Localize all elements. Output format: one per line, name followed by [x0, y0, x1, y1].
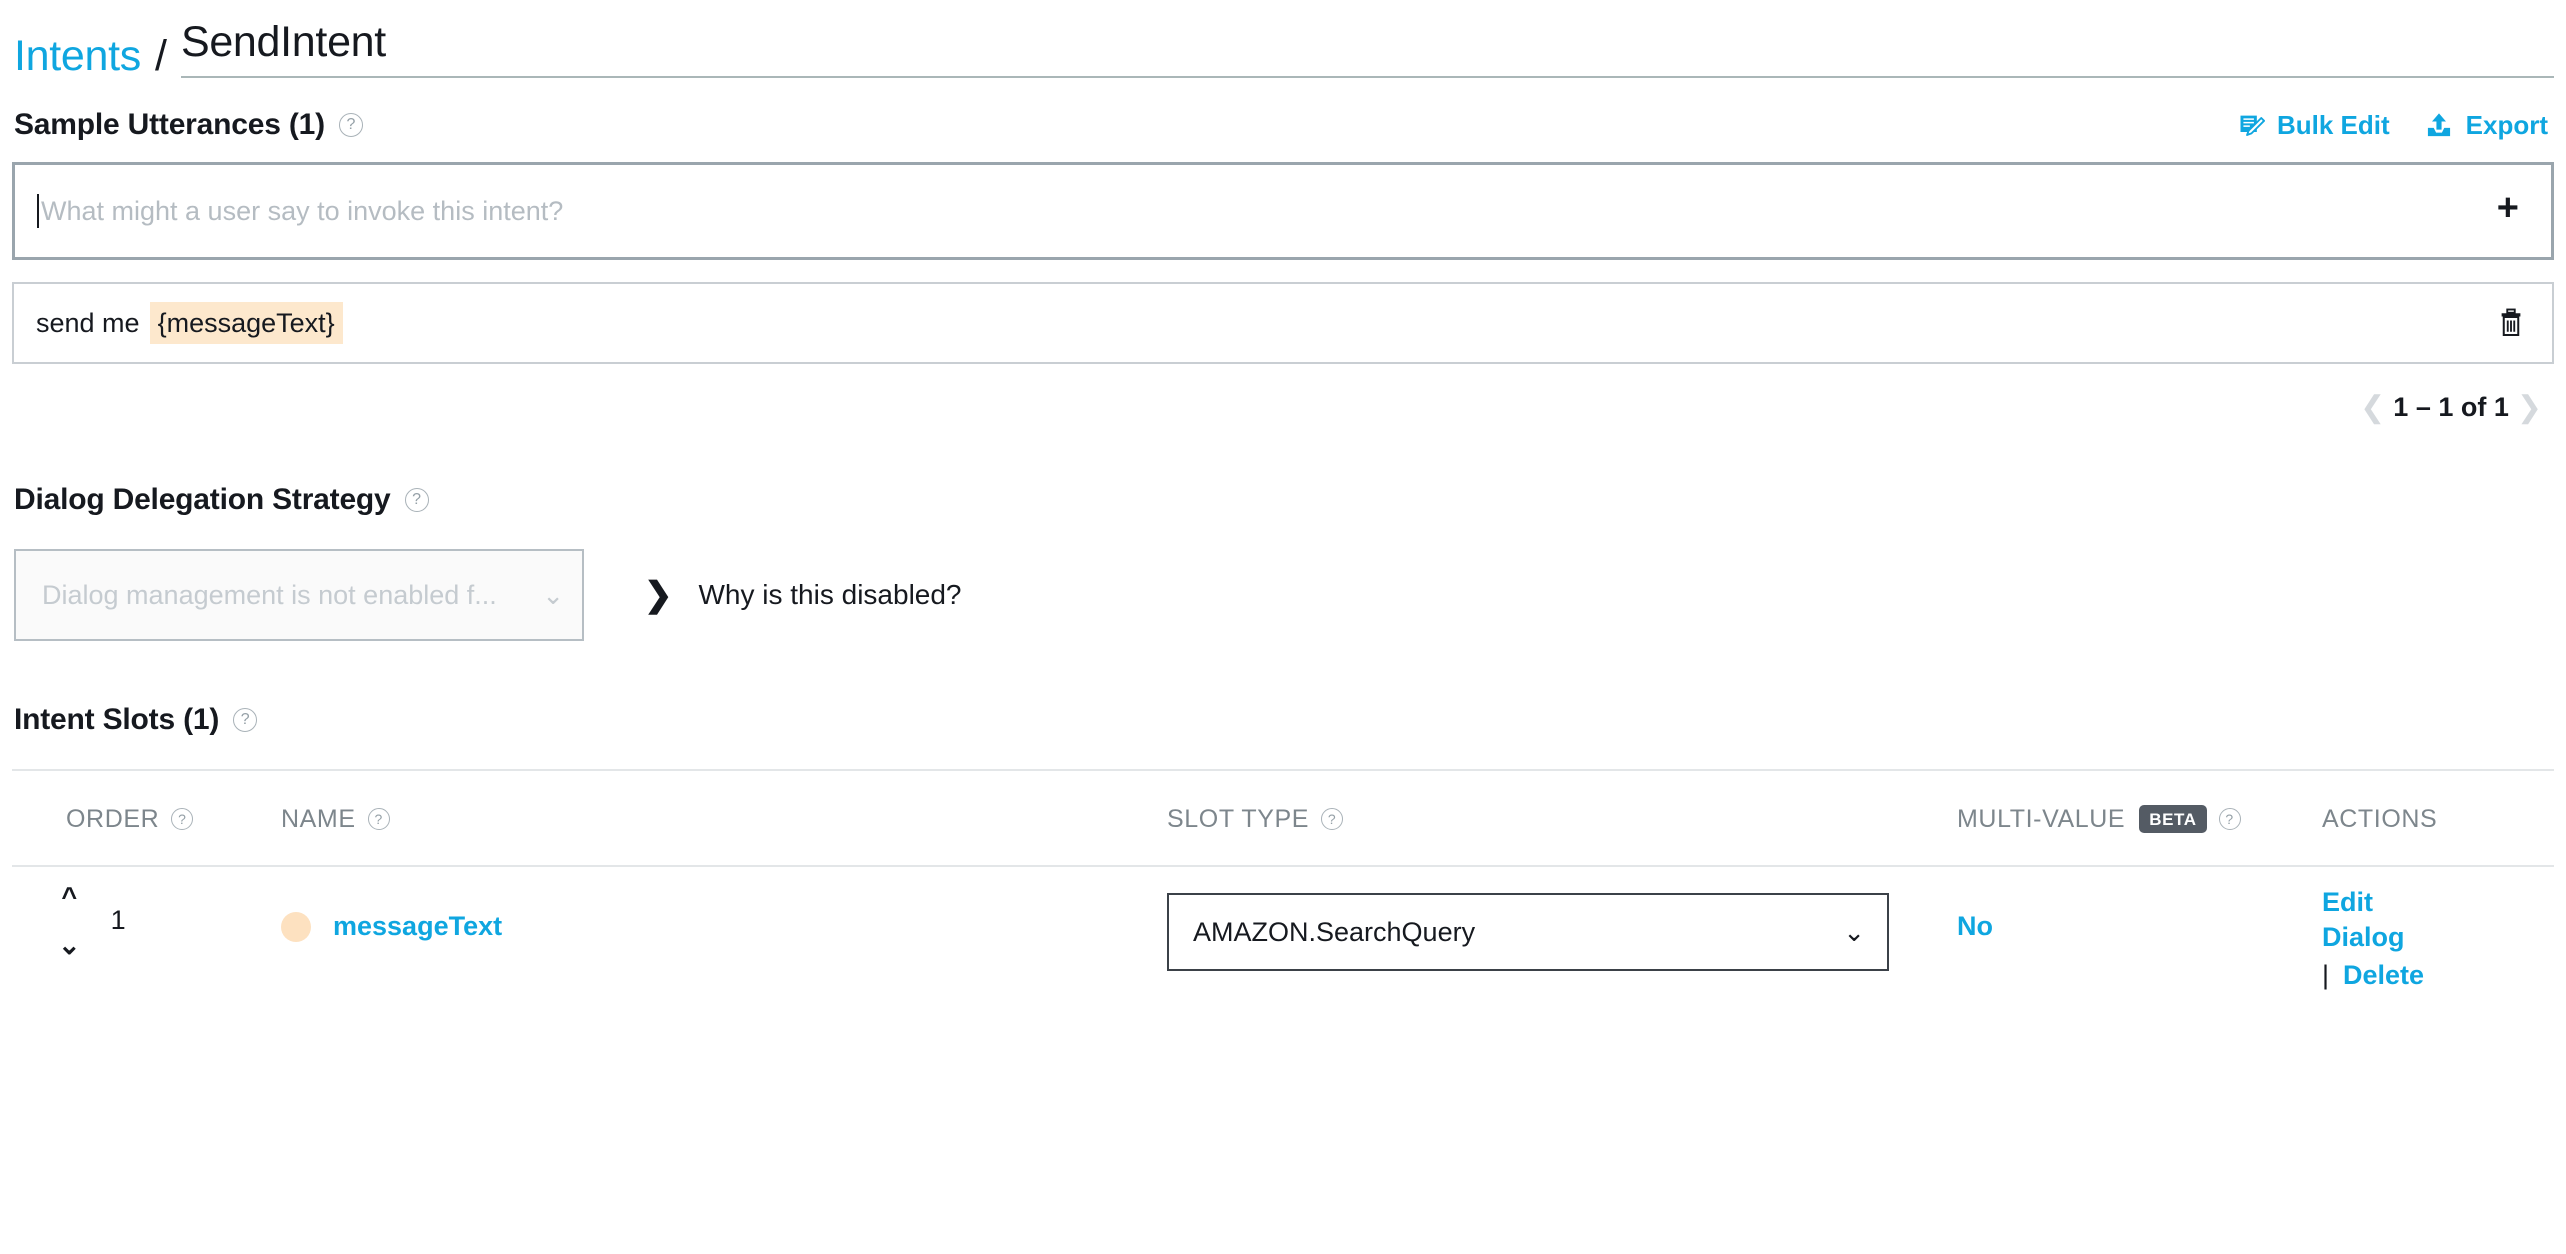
question-circle-icon[interactable]: ? [233, 708, 258, 732]
column-header-slot-type: SLOT TYPE ? [1167, 769, 1957, 867]
dialog-delegation-select: Dialog management is not enabled f... ⌄ [14, 549, 584, 641]
slot-type-value: AMAZON.SearchQuery [1193, 916, 1476, 947]
slot-type-select[interactable]: AMAZON.SearchQuery ⌄ [1167, 893, 1889, 971]
action-separator: | [2322, 960, 2330, 991]
table-row: ^ ⌄ 1 messageText AMAZON.SearchQuery ⌄ N… [12, 866, 2554, 1016]
dialog-delegation-header: Dialog Delegation Strategy ? [12, 483, 2554, 517]
slot-order-number: 1 [110, 904, 126, 935]
table-header-row: ORDER ? NAME ? SLOT TYPE ? MULTI-VALUE B… [12, 769, 2554, 867]
sample-utterances-header: Sample Utterances (1) ? Bulk Edit Export [12, 108, 2554, 142]
column-header-actions-label: ACTIONS [2322, 804, 2438, 833]
intent-slots-header: Intent Slots (1) ? [12, 703, 2554, 737]
bulk-edit-label: Bulk Edit [2276, 109, 2390, 140]
intent-slots-table-head: ORDER ? NAME ? SLOT TYPE ? MULTI-VALUE B… [12, 769, 2554, 867]
chevron-up-icon[interactable]: ^ [61, 883, 77, 910]
column-header-multi-value-label: MULTI-VALUE [1957, 804, 2126, 833]
intent-slots-table-body: ^ ⌄ 1 messageText AMAZON.SearchQuery ⌄ N… [12, 866, 2554, 1016]
cell-actions: Edit Dialog | Delete [2322, 866, 2554, 1016]
breadcrumb-current-wrap: SendIntent [180, 18, 2554, 78]
column-header-actions: ACTIONS [2322, 769, 2554, 867]
chevron-down-icon: ⌄ [1843, 917, 1865, 947]
sample-utterances-actions: Bulk Edit Export [2237, 110, 2554, 141]
column-header-name-label: NAME [281, 804, 356, 833]
export-label: Export [2465, 109, 2548, 140]
chevron-down-icon: ⌄ [542, 580, 564, 610]
text-caret [37, 194, 39, 228]
chevron-down-icon[interactable]: ⌄ [58, 932, 81, 959]
cell-name: messageText [267, 866, 1167, 1016]
multi-value-toggle[interactable]: No [1957, 911, 1993, 941]
utterance-input-placeholder: What might a user say to invoke this int… [41, 195, 564, 226]
export-button[interactable]: Export [2424, 110, 2548, 141]
question-circle-icon[interactable]: ? [2218, 808, 2241, 830]
dialog-delegation-title: Dialog Delegation Strategy [14, 483, 391, 516]
breadcrumb: Intents / SendIntent [12, 0, 2554, 78]
question-circle-icon[interactable]: ? [171, 808, 194, 830]
why-is-this-disabled-toggle[interactable]: ❯ Why is this disabled? [644, 578, 962, 612]
question-circle-icon[interactable]: ? [367, 808, 390, 830]
trash-icon[interactable] [2494, 304, 2528, 342]
utterance-input-wrapper[interactable]: What might a user say to invoke this int… [12, 162, 2554, 260]
delete-slot-link[interactable]: Delete [2343, 958, 2424, 993]
slot-name-link[interactable]: messageText [333, 911, 502, 942]
column-header-name: NAME ? [267, 769, 1167, 867]
order-reorder-controls: ^ ⌄ [58, 883, 81, 959]
column-header-order: ORDER ? [12, 769, 267, 867]
bulk-edit-icon [2237, 111, 2265, 139]
cell-order: ^ ⌄ 1 [12, 866, 267, 1016]
page-title: SendIntent [180, 18, 386, 66]
utterance-prefix: send me [36, 307, 140, 338]
slot-color-dot [281, 911, 311, 942]
utterance-row[interactable]: send me {messageText} [12, 282, 2554, 364]
chevron-left-icon[interactable]: ❮ [2360, 392, 2385, 423]
dialog-delegation-row: Dialog management is not enabled f... ⌄ … [12, 549, 2554, 641]
why-is-this-disabled-label: Why is this disabled? [698, 579, 962, 610]
intent-slots-table: ORDER ? NAME ? SLOT TYPE ? MULTI-VALUE B… [12, 769, 2554, 1016]
edit-dialog-link[interactable]: Edit Dialog [2322, 885, 2418, 954]
cell-multi-value: No [1957, 866, 2322, 1016]
breadcrumb-separator: / [154, 32, 167, 80]
column-header-slot-type-label: SLOT TYPE [1167, 804, 1310, 833]
bulk-edit-button[interactable]: Bulk Edit [2237, 110, 2390, 141]
cell-slot-type: AMAZON.SearchQuery ⌄ [1167, 866, 1957, 1016]
pagination-label: 1 – 1 of 1 [2393, 392, 2509, 422]
actions-second-line: | Delete [2322, 958, 2554, 993]
sample-utterances-title: Sample Utterances (1) [14, 108, 325, 141]
export-upload-icon [2424, 111, 2454, 139]
plus-icon[interactable]: + [2493, 189, 2523, 233]
utterance-text: send me {messageText} [36, 301, 2494, 344]
intent-slots-title: Intent Slots (1) [14, 703, 220, 736]
intent-editor-page: Intents / SendIntent Sample Utterances (… [0, 0, 2566, 1254]
title-underline [180, 76, 2554, 78]
breadcrumb-link-intents[interactable]: Intents [14, 35, 141, 78]
column-header-multi-value: MULTI-VALUE BETA ? [1957, 769, 2322, 867]
chevron-right-icon[interactable]: ❯ [2517, 392, 2542, 423]
utterances-pagination: ❮ 1 – 1 of 1 ❯ [12, 392, 2554, 423]
column-header-order-label: ORDER [66, 804, 160, 833]
utterance-slot-chip: {messageText} [149, 301, 343, 344]
beta-badge: BETA [2139, 805, 2207, 833]
chevron-right-icon: ❯ [644, 576, 673, 614]
sample-utterances-title-group: Sample Utterances (1) ? [14, 108, 363, 142]
dialog-delegation-select-value: Dialog management is not enabled f... [42, 579, 497, 610]
question-circle-icon[interactable]: ? [338, 113, 363, 137]
question-circle-icon[interactable]: ? [1321, 808, 1344, 830]
question-circle-icon[interactable]: ? [404, 488, 429, 512]
